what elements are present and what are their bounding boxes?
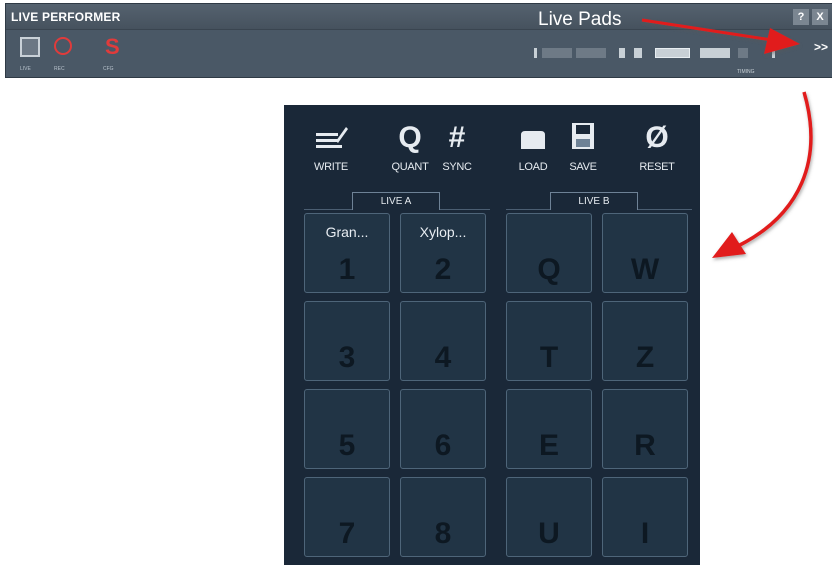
live-a-tab: LIVE A <box>352 192 440 210</box>
meter-segment <box>619 48 625 58</box>
meter-segment <box>700 48 730 58</box>
pad-key: 6 <box>434 429 452 462</box>
pad-sample-name: Gran... <box>325 224 369 240</box>
write-label: WRITE <box>314 161 348 173</box>
meter-segment <box>634 48 642 58</box>
live-a-pad-5[interactable]: 5 <box>304 389 390 469</box>
sync-tool[interactable]: # SYNC <box>432 121 482 173</box>
live-b-pad-z[interactable]: Z <box>602 301 688 381</box>
pad-key: 7 <box>338 517 356 550</box>
live-a-pad-6[interactable]: 6 <box>400 389 486 469</box>
save-label: SAVE <box>569 161 597 173</box>
live-mode-label: LIVE <box>20 66 31 72</box>
pad-key: 5 <box>338 429 356 462</box>
meter-segment <box>772 48 775 58</box>
live-pads-callout: Live Pads <box>538 9 622 30</box>
pad-key: T <box>539 341 559 374</box>
meter-segment <box>655 48 690 58</box>
live-b-pad-t[interactable]: T <box>506 301 592 381</box>
config-label: CFG <box>103 66 114 72</box>
pad-key: E <box>538 429 559 462</box>
live-a-pad-7[interactable]: 7 <box>304 477 390 557</box>
pad-key: I <box>640 517 650 550</box>
load-label: LOAD <box>518 161 548 173</box>
live-performer-bar: LIVE PERFORMER ? X LIVE REC S CFG TIMING… <box>5 3 832 78</box>
pad-key: Q <box>537 253 561 286</box>
arrow-to-panel <box>712 91 813 258</box>
write-tool[interactable]: WRITE <box>309 121 353 173</box>
meter-segment <box>542 48 572 58</box>
config-icon[interactable]: S <box>105 34 120 60</box>
timing-label: TIMING <box>737 69 755 75</box>
window-title: LIVE PERFORMER <box>11 10 121 24</box>
save-tool[interactable]: SAVE <box>560 121 606 173</box>
reset-icon: Ø <box>645 121 669 154</box>
pad-key: R <box>634 429 656 462</box>
live-b-pad-u[interactable]: U <box>506 477 592 557</box>
pad-key: 8 <box>434 517 452 550</box>
write-icon <box>309 121 353 155</box>
reset-tool[interactable]: Ø RESET <box>632 121 682 173</box>
live-b-pad-e[interactable]: E <box>506 389 592 469</box>
close-button[interactable]: X <box>812 9 828 25</box>
level-meter[interactable] <box>534 46 782 60</box>
meter-segment <box>534 48 537 58</box>
pad-key: 2 <box>434 253 452 286</box>
quantize-tool[interactable]: Q QUANT <box>385 121 435 173</box>
quantize-icon: Q <box>398 121 422 154</box>
meter-segment <box>576 48 606 58</box>
expand-button[interactable]: >> <box>814 40 828 54</box>
meter-segment <box>738 48 748 58</box>
live-pads-panel: WRITE Q QUANT # SYNC LOAD SAVE Ø RESET L… <box>284 105 700 565</box>
sync-label: SYNC <box>442 161 472 173</box>
record-icon[interactable] <box>54 37 72 55</box>
pad-key: W <box>630 253 660 286</box>
live-b-tab: LIVE B <box>550 192 638 210</box>
pad-key: Z <box>635 341 655 374</box>
pad-sample-name: Xylop... <box>419 224 467 240</box>
live-b-pad-r[interactable]: R <box>602 389 688 469</box>
title-bar: LIVE PERFORMER ? X <box>6 4 832 30</box>
load-icon <box>510 121 556 155</box>
live-b-pad-w[interactable]: W <box>602 213 688 293</box>
sync-icon: # <box>448 121 466 154</box>
reset-label: RESET <box>639 161 675 173</box>
live-a-pad-1[interactable]: Gran... 1 <box>304 213 390 293</box>
live-a-pad-3[interactable]: 3 <box>304 301 390 381</box>
live-b-pad-i[interactable]: I <box>602 477 688 557</box>
live-a-pad-4[interactable]: 4 <box>400 301 486 381</box>
pad-key: 3 <box>338 341 356 374</box>
live-a-pad-2[interactable]: Xylop... 2 <box>400 213 486 293</box>
pad-key: 4 <box>434 341 452 374</box>
live-a-pad-8[interactable]: 8 <box>400 477 486 557</box>
pad-key: 1 <box>338 253 356 286</box>
live-b-pad-q[interactable]: Q <box>506 213 592 293</box>
help-button[interactable]: ? <box>793 9 809 25</box>
load-tool[interactable]: LOAD <box>510 121 556 173</box>
save-icon <box>560 121 606 155</box>
record-label: REC <box>54 66 65 72</box>
quantize-label: QUANT <box>391 161 429 173</box>
pad-key: U <box>538 517 560 550</box>
live-mode-icon[interactable] <box>20 37 40 57</box>
